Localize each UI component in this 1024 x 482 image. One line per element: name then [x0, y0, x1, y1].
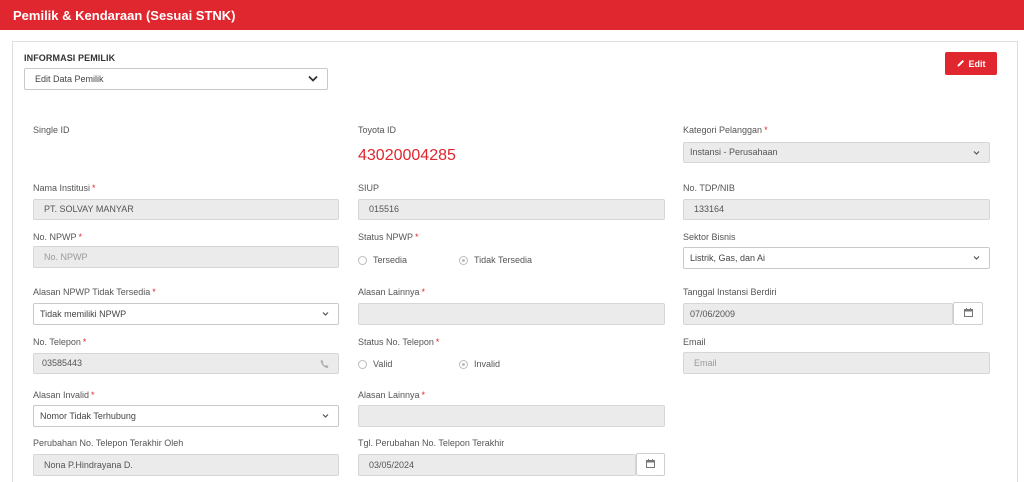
alasan-lainnya-field[interactable]: [358, 303, 665, 325]
calendar-button[interactable]: [953, 302, 983, 325]
alasan-npwp-value: Tidak memiliki NPWP: [40, 309, 127, 319]
tanggal-berdiri-field[interactable]: 07/06/2009: [683, 303, 953, 325]
tanggal-berdiri-label: Tanggal Instansi Berdiri: [683, 287, 777, 297]
alasan-lainnya-2-field[interactable]: [358, 405, 665, 427]
status-telepon-valid-radio[interactable]: Valid: [358, 359, 392, 369]
section-header-bar: Pemilik & Kendaraan (Sesuai STNK): [0, 0, 1024, 30]
status-telepon-invalid-radio[interactable]: Invalid: [459, 359, 500, 369]
radio-unchecked-icon: [358, 255, 367, 265]
perubahan-oleh-label: Perubahan No. Telepon Terakhir Oleh: [33, 438, 184, 448]
calendar-icon: [963, 307, 973, 320]
sektor-bisnis-select[interactable]: Listrik, Gas, dan Ai: [683, 247, 990, 269]
tgl-perubahan-label: Tgl. Perubahan No. Telepon Terakhir: [358, 438, 505, 448]
siup-field[interactable]: 015516: [358, 199, 665, 220]
toyota-id-label: Toyota ID: [358, 125, 397, 135]
edit-button[interactable]: Edit: [945, 52, 997, 75]
section-title: INFORMASI PEMILIK: [24, 53, 116, 63]
nama-institusi-label: Nama Institusi *: [33, 183, 96, 193]
no-telepon-label: No. Telepon *: [33, 337, 87, 347]
email-label: Email: [683, 337, 706, 347]
owner-mode-select[interactable]: Edit Data Pemilik: [24, 68, 328, 90]
radio-checked-icon: [459, 359, 468, 369]
no-telepon-value: 03585443: [42, 358, 83, 368]
tdp-nib-field[interactable]: 133164: [683, 199, 990, 220]
toyota-id-value: 43020004285: [358, 147, 456, 164]
single-id-label: Single ID: [33, 125, 70, 135]
alasan-invalid-select[interactable]: Nomor Tidak Terhubung: [33, 405, 339, 427]
calendar-button[interactable]: [636, 453, 665, 476]
npwp-field[interactable]: No. NPWP: [33, 246, 339, 268]
alasan-npwp-label: Alasan NPWP Tidak Tersedia *: [33, 287, 156, 297]
sektor-bisnis-value: Listrik, Gas, dan Ai: [690, 253, 766, 263]
owner-mode-select-value: Edit Data Pemilik: [35, 74, 104, 84]
alasan-invalid-value: Nomor Tidak Terhubung: [40, 411, 136, 421]
phone-icon: [320, 359, 329, 368]
radio-label: Valid: [373, 359, 393, 369]
status-npwp-label: Status NPWP *: [358, 232, 419, 242]
radio-checked-icon: [459, 255, 468, 265]
tgl-perubahan-field[interactable]: 03/05/2024: [358, 454, 636, 476]
section-header-title: Pemilik & Kendaraan (Sesuai STNK): [13, 8, 236, 23]
radio-label: Invalid: [474, 359, 501, 369]
chevron-down-icon: [973, 256, 980, 261]
chevron-down-icon: [973, 150, 980, 155]
status-npwp-tidak-tersedia-radio[interactable]: Tidak Tersedia: [459, 255, 532, 265]
npwp-label: No. NPWP *: [33, 232, 83, 242]
radio-label: Tersedia: [373, 255, 408, 265]
no-telepon-field[interactable]: 03585443: [33, 353, 339, 374]
calendar-icon: [646, 458, 655, 471]
radio-unchecked-icon: [358, 359, 367, 369]
radio-label: Tidak Tersedia: [474, 255, 533, 265]
status-telepon-label: Status No. Telepon *: [358, 337, 440, 347]
edit-button-label: Edit: [968, 58, 986, 69]
chevron-down-icon: [322, 414, 329, 419]
chevron-down-icon: [322, 312, 329, 317]
kategori-pelanggan-label: Kategori Pelanggan *: [683, 125, 768, 135]
pencil-icon: [957, 59, 965, 69]
status-npwp-tersedia-radio[interactable]: Tersedia: [358, 255, 407, 265]
alasan-invalid-label: Alasan Invalid *: [33, 390, 95, 400]
kategori-pelanggan-select[interactable]: Instansi - Perusahaan: [683, 142, 990, 163]
sektor-bisnis-label: Sektor Bisnis: [683, 232, 736, 242]
siup-label: SIUP: [358, 183, 380, 193]
email-field[interactable]: Email: [683, 352, 990, 374]
tdp-nib-label: No. TDP/NIB: [683, 183, 735, 193]
alasan-npwp-select[interactable]: Tidak memiliki NPWP: [33, 303, 339, 325]
nama-institusi-field[interactable]: PT. SOLVAY MANYAR: [33, 199, 339, 220]
perubahan-oleh-field[interactable]: Nona P.Hindrayana D.: [33, 454, 339, 476]
kategori-pelanggan-value: Instansi - Perusahaan: [690, 147, 778, 157]
alasan-lainnya-label: Alasan Lainnya *: [358, 287, 426, 297]
chevron-down-icon: [308, 75, 318, 83]
alasan-lainnya-2-label: Alasan Lainnya *: [358, 390, 426, 400]
